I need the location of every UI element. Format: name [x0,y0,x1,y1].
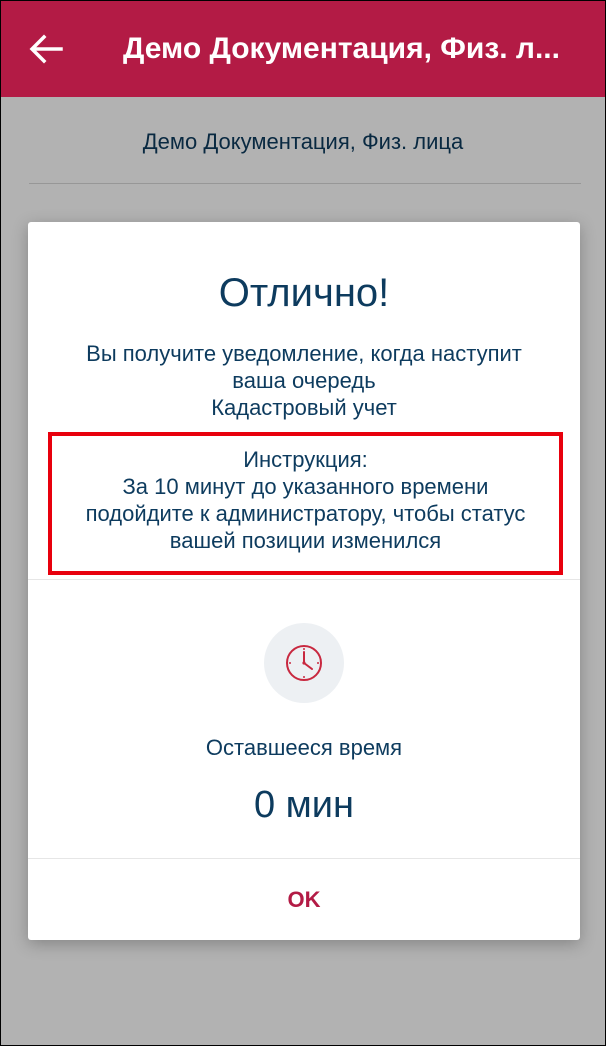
instruction-highlight-box: Инструкция: За 10 минут до указанного вр… [48,432,563,575]
instruction-text: Инструкция: За 10 минут до указанного вр… [52,446,559,554]
instruction-line-2: подойдите к администратору, чтобы статус [85,501,526,526]
clock-icon [286,645,322,681]
app-bar: Демо Документация, Физ. л... [1,1,605,97]
instruction-heading: Инструкция: [243,447,368,472]
clock-icon-badge [264,623,344,703]
ok-button[interactable]: OK [28,859,580,940]
instruction-line-3: вашей позиции изменился [169,528,442,553]
dialog-title: Отлично! [218,271,390,315]
remaining-time-value: 0 мин [253,784,355,826]
message-line-1: Вы получите уведомление, когда наступит [86,341,522,366]
success-dialog: Отлично! Вы получите уведомление, когда … [28,222,580,940]
app-bar-title: Демо Документация, Физ. л... [123,32,560,65]
message-line-2: ваша очередь [232,368,376,393]
arrow-left-icon[interactable] [29,34,63,64]
remaining-time-label: Оставшееся время [205,735,403,760]
screen: Демо Документация, Физ. лица Демо Докуме… [0,0,606,1046]
dialog-message: Вы получите уведомление, когда наступит … [48,340,560,421]
message-line-3: Кадастровый учет [211,395,397,420]
instruction-line-1: За 10 минут до указанного времени [122,474,489,499]
dialog-divider [28,579,580,580]
